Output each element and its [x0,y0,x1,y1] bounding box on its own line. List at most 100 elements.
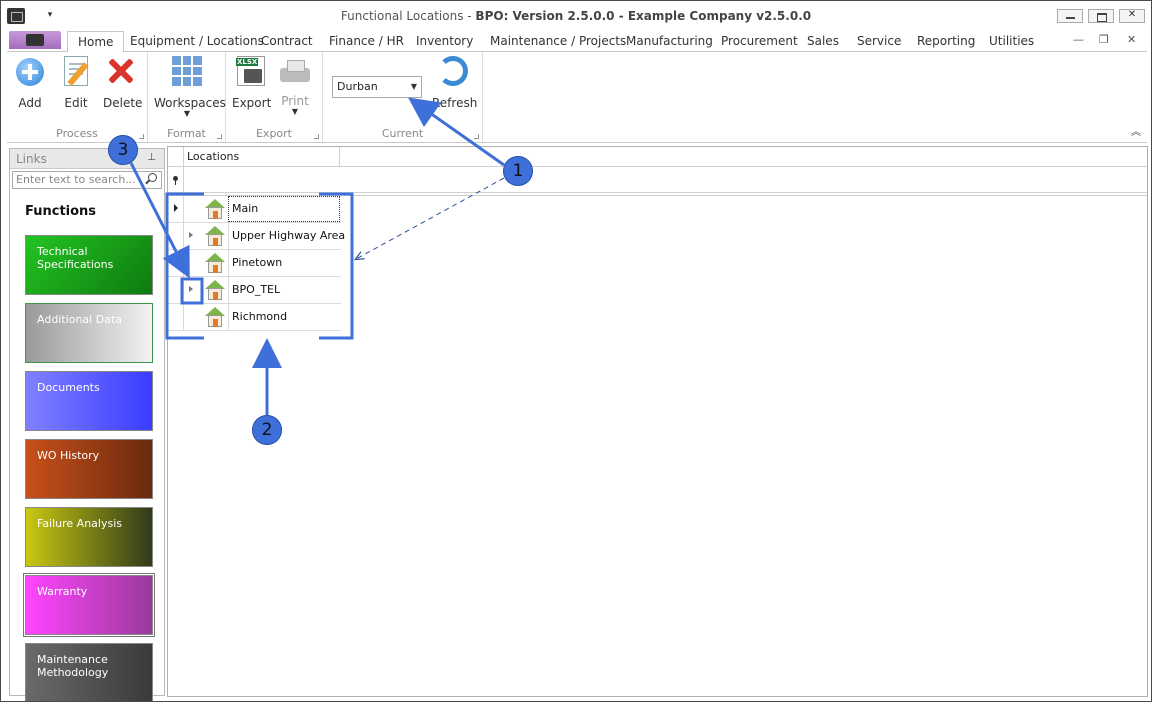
tab-utilities[interactable]: Utilities [989,31,1034,51]
file-menu-button[interactable] [9,31,61,49]
row-indicator [168,196,184,223]
location-house-icon [205,226,225,246]
location-name[interactable]: BPO_TEL [228,277,340,303]
tab-procurement[interactable]: Procurement [721,31,798,51]
window-title: Functional Locations - BPO: Version 2.5.… [1,9,1151,23]
app-window: ▾ Functional Locations - BPO: Version 2.… [0,0,1152,702]
export-label: Export [232,96,272,110]
delete-icon [106,56,134,86]
filter-corner [168,167,184,193]
table-row[interactable]: Main [168,196,341,223]
title-main: BPO: Version 2.5.0.0 - Example Company v… [475,9,812,23]
pin-icon[interactable]: ⊥ [147,152,156,163]
export-launcher-icon[interactable] [314,134,319,139]
tab-equipment-locations[interactable]: Equipment / Locations [130,31,264,51]
location-name[interactable]: Main [228,196,340,222]
table-row[interactable]: BPO_TEL [168,277,341,304]
maximize-button[interactable] [1088,9,1114,23]
table-row[interactable]: Upper Highway Area [168,223,345,250]
row-indicator [168,250,184,277]
search-icon[interactable] [148,173,157,182]
refresh-button[interactable]: Refresh [432,56,477,110]
mdi-restore-icon[interactable]: ❐ [1099,33,1109,46]
links-panel: Links ⊥ Enter text to search... Function… [9,148,165,701]
mdi-minimize-icon[interactable]: — [1073,33,1084,46]
tab-service[interactable]: Service [857,31,901,51]
locations-grid: Locations Main Upper Highway Area Pineto… [167,146,1148,697]
row-indicator [168,304,184,331]
expand-row-icon[interactable] [189,232,193,238]
ribbon: Add Edit Delete Process Workspaces ▼ For… [7,51,1147,143]
tab-sales[interactable]: Sales [807,31,839,51]
location-house-icon [205,253,225,273]
export-button[interactable]: Export [232,56,272,110]
tile-additional-data[interactable]: Additional Data [25,303,153,363]
location-name[interactable]: Pinetown [228,250,340,276]
links-header: Links ⊥ [10,149,164,169]
location-house-icon [205,307,225,327]
column-header-locations[interactable]: Locations [184,147,340,167]
tile-warranty[interactable]: Warranty [23,573,155,637]
close-button[interactable] [1119,9,1145,23]
add-label: Add [18,96,42,110]
delete-label: Delete [103,96,143,110]
location-name[interactable]: Richmond [228,304,340,330]
group-process: Add Edit Delete Process [7,52,148,142]
minimize-button[interactable] [1057,9,1083,23]
process-launcher-icon[interactable] [139,134,144,139]
tab-contract[interactable]: Contract [261,31,313,51]
auto-filter-row[interactable] [168,167,1147,193]
search-placeholder: Enter text to search... [16,173,136,186]
tile-technical-specifications[interactable]: Technical Specifications [25,235,153,295]
ribbon-tabs: Home Equipment / Locations Contract Fina… [1,31,1151,52]
workspaces-dropdown-icon: ▼ [183,109,191,118]
location-house-icon [205,280,225,300]
site-selector[interactable]: Durban ▼ [332,76,422,98]
title-bar: ▾ Functional Locations - BPO: Version 2.… [1,1,1151,31]
tile-failure-analysis[interactable]: Failure Analysis [25,507,153,567]
chevron-down-icon: ▼ [410,82,417,91]
print-button[interactable]: Print ▼ [278,56,312,116]
current-caption: Current [381,127,424,140]
row-indicator [168,223,184,250]
collapse-ribbon-icon[interactable]: ︽ [1131,123,1141,138]
tab-reporting[interactable]: Reporting [917,31,975,51]
expand-row-icon[interactable] [189,286,193,292]
table-row[interactable]: Richmond [168,304,341,331]
tab-finance-hr[interactable]: Finance / HR [329,31,404,51]
annotation-badge-3: 3 [108,135,138,165]
group-export: Export Print ▼ Export [226,52,323,142]
workspaces-button[interactable]: Workspaces ▼ [154,56,226,118]
workspaces-label: Workspaces [154,96,226,110]
tab-inventory[interactable]: Inventory [416,31,473,51]
mdi-close-icon[interactable]: ✕ [1127,33,1136,46]
tile-wo-history[interactable]: WO History [25,439,153,499]
edit-label: Edit [64,96,88,110]
format-launcher-icon[interactable] [217,134,222,139]
print-dropdown-icon: ▼ [291,107,299,116]
table-row[interactable]: Pinetown [168,250,341,277]
export-caption: Export [255,127,292,140]
tab-maintenance-projects[interactable]: Maintenance / Projects [490,31,626,51]
location-name[interactable]: Upper Highway Area [228,223,345,249]
annotation-badge-1: 1 [503,156,533,186]
group-format: Workspaces ▼ Format [148,52,226,142]
edit-button[interactable]: Edit [61,56,91,110]
edit-icon [64,56,88,86]
print-label: Print [281,94,309,108]
links-title: Links [16,152,47,166]
tab-manufacturing[interactable]: Manufacturing [626,31,713,51]
current-launcher-icon[interactable] [474,134,479,139]
tab-home[interactable]: Home [67,31,125,52]
xlsx-export-icon [236,56,265,86]
format-caption: Format [167,127,206,140]
delete-button[interactable]: Delete [103,56,143,110]
current-row-icon [174,204,178,212]
grid-corner [168,147,184,167]
tile-maintenance-methodology[interactable]: Maintenance Methodology [25,643,153,701]
site-selector-value: Durban [337,80,378,93]
add-button[interactable]: Add [15,56,45,110]
links-search-input[interactable]: Enter text to search... [12,171,162,189]
tile-documents[interactable]: Documents [25,371,153,431]
filter-pin-icon [173,176,178,185]
